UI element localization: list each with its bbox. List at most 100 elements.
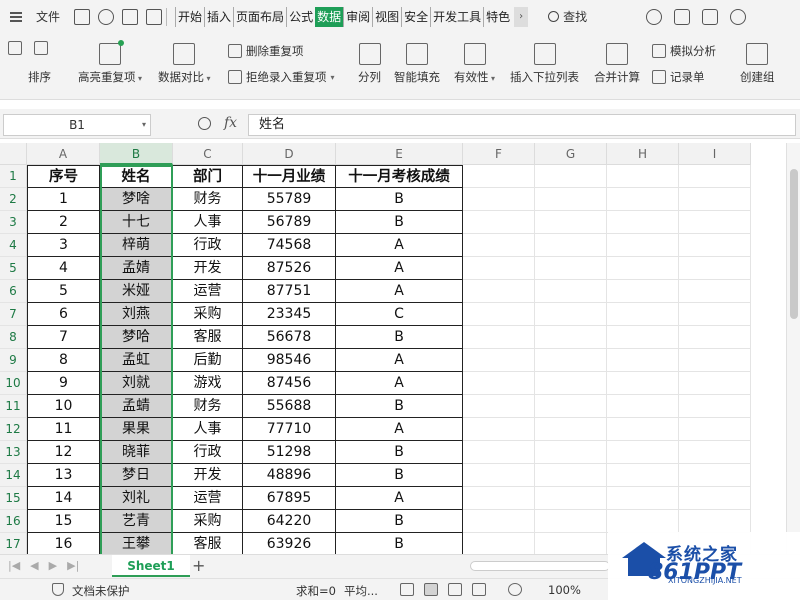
empty-cell[interactable] (679, 349, 751, 372)
empty-cell[interactable] (679, 418, 751, 441)
table-cell[interactable]: 48896 (243, 464, 336, 487)
table-cell[interactable]: 6 (27, 303, 100, 326)
empty-cell[interactable] (607, 211, 679, 234)
empty-cell[interactable] (679, 372, 751, 395)
remove-duplicates-button[interactable]: 删除重复项 (228, 43, 304, 59)
empty-cell[interactable] (535, 165, 607, 188)
help-icon[interactable] (730, 8, 746, 25)
empty-cell[interactable] (535, 211, 607, 234)
empty-cell[interactable] (535, 510, 607, 533)
empty-cell[interactable] (535, 533, 607, 554)
table-cell[interactable]: 刘燕 (100, 303, 173, 326)
table-cell[interactable]: 8 (27, 349, 100, 372)
row-header-17[interactable]: 17 (0, 533, 27, 554)
table-cell[interactable]: 孟虹 (100, 349, 173, 372)
row-header-2[interactable]: 2 (0, 188, 27, 211)
empty-cell[interactable] (607, 165, 679, 188)
column-header-h[interactable]: H (607, 143, 679, 165)
empty-cell[interactable] (535, 441, 607, 464)
highlight-duplicates-button[interactable]: 高亮重复项 ▾ (78, 40, 142, 85)
tab-home[interactable]: 开始 (175, 6, 204, 27)
empty-cell[interactable] (463, 280, 535, 303)
table-cell[interactable]: 98546 (243, 349, 336, 372)
row-header-6[interactable]: 6 (0, 280, 27, 303)
page-break-view-icon[interactable] (472, 583, 486, 596)
table-cell[interactable]: 孟蜻 (100, 395, 173, 418)
table-cell[interactable]: 87526 (243, 257, 336, 280)
empty-cell[interactable] (535, 349, 607, 372)
table-cell[interactable]: 后勤 (173, 349, 243, 372)
share-icon[interactable] (674, 8, 690, 25)
horizontal-scrollbar[interactable] (470, 561, 610, 571)
last-sheet-icon[interactable]: ▶| (67, 559, 79, 572)
table-cell[interactable]: 12 (27, 441, 100, 464)
split-columns-button[interactable]: 分列 (358, 43, 381, 85)
row-header-10[interactable]: 10 (0, 372, 27, 395)
column-header-b[interactable]: B (100, 143, 173, 165)
formula-input[interactable]: 姓名 (248, 114, 796, 136)
select-all-corner[interactable] (0, 143, 27, 165)
empty-cell[interactable] (679, 211, 751, 234)
table-cell[interactable]: A (336, 418, 463, 441)
table-cell[interactable]: 人事 (173, 418, 243, 441)
empty-cell[interactable] (463, 326, 535, 349)
table-cell[interactable]: 3 (27, 234, 100, 257)
row-header-12[interactable]: 12 (0, 418, 27, 441)
collapse-ribbon-icon[interactable] (780, 9, 790, 25)
table-cell[interactable]: 67895 (243, 487, 336, 510)
column-header-d[interactable]: D (243, 143, 336, 165)
row-header-4[interactable]: 4 (0, 234, 27, 257)
empty-cell[interactable] (463, 234, 535, 257)
empty-cell[interactable] (463, 188, 535, 211)
menu-icon[interactable] (10, 11, 30, 22)
skin-icon[interactable] (702, 8, 718, 25)
header-cell[interactable]: 十一月业绩 (243, 165, 336, 188)
header-cell[interactable]: 十一月考核成绩 (336, 165, 463, 188)
empty-cell[interactable] (679, 487, 751, 510)
eye-protection-icon[interactable] (508, 583, 522, 596)
page-layout-view-icon[interactable] (448, 583, 462, 596)
empty-cell[interactable] (679, 303, 751, 326)
empty-cell[interactable] (535, 418, 607, 441)
empty-cell[interactable] (463, 487, 535, 510)
table-cell[interactable]: 果果 (100, 418, 173, 441)
table-cell[interactable]: 梦日 (100, 464, 173, 487)
tab-review[interactable]: 审阅 (343, 6, 372, 27)
first-sheet-icon[interactable]: |◀ (8, 559, 20, 572)
table-cell[interactable]: B (336, 188, 463, 211)
table-cell[interactable]: 孟婧 (100, 257, 173, 280)
print-icon[interactable] (122, 8, 139, 25)
table-cell[interactable]: 7 (27, 326, 100, 349)
table-cell[interactable]: B (336, 464, 463, 487)
tab-page-layout[interactable]: 页面布局 (233, 6, 286, 27)
header-cell[interactable]: 姓名 (100, 165, 173, 188)
zoom-icon[interactable] (198, 117, 211, 130)
table-cell[interactable]: 梦哈 (100, 326, 173, 349)
table-cell[interactable]: 16 (27, 533, 100, 554)
empty-cell[interactable] (607, 188, 679, 211)
empty-cell[interactable] (679, 510, 751, 533)
column-header-c[interactable]: C (173, 143, 243, 165)
empty-cell[interactable] (463, 510, 535, 533)
column-header-f[interactable]: F (463, 143, 535, 165)
table-cell[interactable]: 11 (27, 418, 100, 441)
empty-cell[interactable] (679, 234, 751, 257)
table-cell[interactable]: C (336, 303, 463, 326)
empty-cell[interactable] (679, 441, 751, 464)
focus-mode-icon[interactable] (400, 583, 414, 596)
table-cell[interactable]: 米娅 (100, 280, 173, 303)
empty-cell[interactable] (607, 280, 679, 303)
empty-cell[interactable] (535, 303, 607, 326)
print-preview-icon[interactable] (146, 8, 163, 25)
more-icon[interactable] (758, 9, 768, 25)
empty-cell[interactable] (679, 326, 751, 349)
table-cell[interactable]: 客服 (173, 533, 243, 554)
empty-cell[interactable] (535, 487, 607, 510)
table-cell[interactable]: 87456 (243, 372, 336, 395)
table-cell[interactable]: 客服 (173, 326, 243, 349)
normal-view-icon[interactable] (424, 583, 438, 596)
empty-cell[interactable] (535, 234, 607, 257)
table-cell[interactable]: 游戏 (173, 372, 243, 395)
empty-cell[interactable] (607, 257, 679, 280)
header-cell[interactable]: 部门 (173, 165, 243, 188)
